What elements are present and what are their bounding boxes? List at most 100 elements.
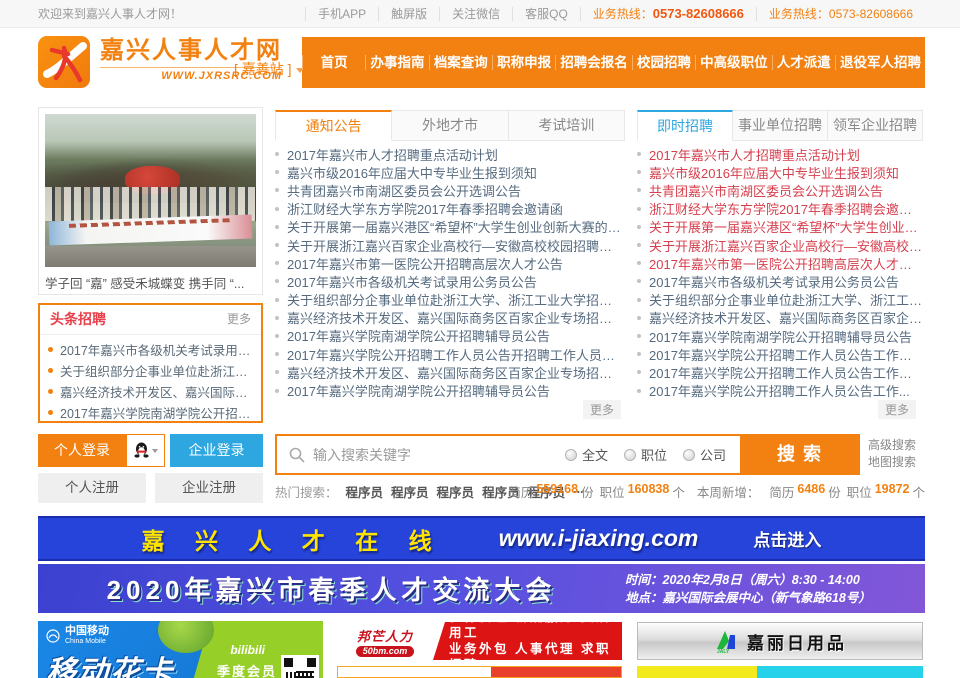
- banner2-info: 时间：2020年2月8日（周六）8:30 - 14:00 地点：嘉兴国际会展中心…: [625, 571, 925, 607]
- notice-item[interactable]: 关于开展第一届嘉兴港区“希望杯”大学生创业创新大赛的通知: [275, 218, 625, 236]
- job-item[interactable]: 2017年嘉兴学院公开招聘工作人员公告工作人员...: [637, 345, 923, 363]
- site-header: 嘉兴人事人才网 WWW.JXRSRC.COM [ 嘉善站 ] 首页办事指南档案查…: [0, 29, 960, 95]
- job-item-text: 嘉兴市级2016年应届大中专毕业生报到须知: [649, 163, 923, 182]
- stat-unit: 份: [581, 482, 594, 501]
- nav-item[interactable]: 招聘会报名: [555, 55, 632, 70]
- job-item[interactable]: 关于开展第一届嘉兴港区“希望杯”大学生创业创...: [637, 218, 923, 236]
- nav-item[interactable]: 校园招聘: [632, 55, 695, 70]
- map-search-link[interactable]: 地图搜索: [868, 454, 916, 471]
- job-item[interactable]: 2017年嘉兴市第一医院公开招聘高层次人才公告: [637, 254, 923, 272]
- notice-tabs: 通知公告 外地才市 考试培训: [275, 110, 625, 141]
- notice-item[interactable]: 2017年嘉兴学院南湖学院公开招聘辅导员公告: [275, 381, 625, 399]
- notice-item[interactable]: 2017年嘉兴市各级机关考试录用公务员公告: [275, 272, 625, 290]
- notice-item[interactable]: 嘉兴经济技术开发区、嘉兴国际商务区百家企业专场招聘会公告: [275, 309, 625, 327]
- notice-item[interactable]: 关于开展浙江嘉兴百家企业高校行—安徽高校校园招聘活动的通...: [275, 236, 625, 254]
- headline-item[interactable]: 关于组织部分企事业单位赴浙江大学...: [48, 360, 253, 381]
- radio-icon: [683, 449, 695, 461]
- notice-item[interactable]: 关于组织部分企事业单位赴浙江大学、浙江工业大学招聘人才的...: [275, 291, 625, 309]
- hotline-primary: 业务热线：0573-82608666: [580, 7, 756, 21]
- company-register-button[interactable]: 企业注册: [155, 473, 263, 503]
- notice-item[interactable]: 2017年嘉兴学院公开招聘工作人员公告开招聘工作人员公告开...: [275, 345, 625, 363]
- personal-register-button[interactable]: 个人注册: [38, 473, 146, 503]
- tab-exam-training[interactable]: 考试培训: [509, 110, 625, 141]
- headline-more-link[interactable]: 更多: [227, 305, 251, 333]
- bullet-icon: [48, 389, 53, 394]
- bullet-icon: [275, 152, 279, 156]
- job-item-text: 2017年嘉兴学院公开招聘工作人员公告工作...: [649, 381, 923, 400]
- nav-item[interactable]: 职称申报: [492, 55, 555, 70]
- ad-strip-partial[interactable]: [337, 666, 622, 678]
- banner-jiaxing-talent-online[interactable]: 嘉 兴 人 才 在 线 www.i-jiaxing.com 点击进入: [38, 516, 925, 561]
- ad-jaly[interactable]: JALY 嘉丽日用品: [637, 622, 923, 660]
- bangmang-line1: 社保代理 薪酬服务 灵活用工: [449, 622, 622, 641]
- banner2-title: 2020年嘉兴市春季人才交流大会: [38, 570, 625, 607]
- topbar-link[interactable]: 触屏版: [378, 7, 439, 21]
- tab-other-city[interactable]: 外地才市: [392, 110, 508, 141]
- nav-item[interactable]: 档案查询: [429, 55, 492, 70]
- nav-item[interactable]: 人才派遣: [772, 55, 835, 70]
- scope-radio[interactable]: 全文: [565, 445, 608, 464]
- topbar-link[interactable]: 关注微信: [439, 7, 512, 21]
- company-login-button[interactable]: 企业登录: [170, 434, 263, 467]
- job-item[interactable]: 2017年嘉兴学院公开招聘工作人员公告工作人员...: [637, 363, 923, 381]
- notice-item[interactable]: 嘉兴经济技术开发区、嘉兴国际商务区百家企业专场招聘会公告: [275, 363, 625, 381]
- job-item[interactable]: 2017年嘉兴市人才招聘重点活动计划: [637, 145, 923, 163]
- hot-term[interactable]: 程序员: [437, 482, 475, 501]
- tab-notice[interactable]: 通知公告: [275, 110, 392, 141]
- scope-radio[interactable]: 职位: [624, 445, 667, 464]
- advanced-search-link[interactable]: 高级搜索: [868, 437, 916, 454]
- ad-strip-partial[interactable]: [637, 666, 923, 678]
- job-item[interactable]: 2017年嘉兴市各级机关考试录用公务员公告: [637, 272, 923, 290]
- jobs-more-link[interactable]: 更多: [878, 400, 916, 419]
- headline-item[interactable]: 2017年嘉兴市各级机关考试录用公务...: [48, 339, 253, 360]
- bullet-icon: [275, 370, 279, 374]
- notice-item[interactable]: 2017年嘉兴市第一医院公开招聘高层次人才公告: [275, 254, 625, 272]
- notice-item[interactable]: 2017年嘉兴学院南湖学院公开招聘辅导员公告: [275, 327, 625, 345]
- stat-unit: 个: [912, 482, 925, 501]
- personal-login-button[interactable]: 个人登录: [38, 434, 126, 467]
- search-button[interactable]: 搜索: [740, 436, 858, 473]
- ad-china-mobile[interactable]: 中国移动 China Mobile 移动花卡 bilibili 季度会员: [38, 621, 323, 678]
- banner-spring-job-fair[interactable]: 2020年嘉兴市春季人才交流大会 时间：2020年2月8日（周六）8:30 - …: [38, 564, 925, 613]
- topbar-link[interactable]: 客服QQ: [512, 7, 580, 21]
- bilibili-logo: bilibili: [230, 643, 265, 657]
- notice-item-text: 嘉兴市级2016年应届大中专毕业生报到须知: [287, 163, 625, 182]
- headline-item[interactable]: 2017年嘉兴学院南湖学院公开招聘辅...: [48, 402, 253, 423]
- notice-more-link[interactable]: 更多: [583, 400, 621, 419]
- job-item[interactable]: 2017年嘉兴学院南湖学院公开招聘辅导员公告: [637, 327, 923, 345]
- headline-item[interactable]: 嘉兴经济技术开发区、嘉兴国际商务...: [48, 381, 253, 402]
- job-item[interactable]: 共青团嘉兴市南湖区委员会公开选调公告: [637, 181, 923, 199]
- hot-term[interactable]: 程序员: [391, 482, 429, 501]
- job-item[interactable]: 嘉兴市级2016年应届大中专毕业生报到须知: [637, 163, 923, 181]
- tab-leading-company-jobs[interactable]: 领军企业招聘: [828, 110, 923, 141]
- notice-item[interactable]: 浙江财经大学东方学院2017年春季招聘会邀请函: [275, 200, 625, 218]
- bangmang-site: 50bm.com: [356, 646, 415, 657]
- notice-item[interactable]: 共青团嘉兴市南湖区委员会公开选调公告: [275, 181, 625, 199]
- job-item[interactable]: 嘉兴经济技术开发区、嘉兴国际商务区百家企业专...: [637, 309, 923, 327]
- nav-item[interactable]: 办事指南: [365, 55, 428, 70]
- hot-term[interactable]: 程序员: [346, 482, 384, 501]
- tab-public-jobs[interactable]: 事业单位招聘: [733, 110, 828, 141]
- weekly-label: 本周新增：: [697, 482, 760, 501]
- notice-item-text: 嘉兴经济技术开发区、嘉兴国际商务区百家企业专场招聘会公告: [287, 363, 625, 382]
- job-item[interactable]: 关于开展浙江嘉兴百家企业高校行—安徽高校校园...: [637, 236, 923, 254]
- job-item[interactable]: 关于组织部分企事业单位赴浙江大学、浙江工业大...: [637, 291, 923, 309]
- nav-item[interactable]: 首页: [302, 55, 365, 70]
- search-input[interactable]: [313, 436, 565, 473]
- topbar-link[interactable]: 手机APP: [305, 7, 378, 21]
- ad-bangmang-hr[interactable]: 邦芒人力 50bm.com 社保代理 薪酬服务 灵活用工 业务外包 人事代理 求…: [337, 622, 622, 660]
- bullet-icon: [275, 243, 279, 247]
- qq-login-dropdown[interactable]: [126, 434, 165, 467]
- scope-radio[interactable]: 公司: [683, 445, 726, 464]
- station-label: [ 嘉善站 ]: [234, 61, 292, 77]
- notice-item[interactable]: 2017年嘉兴市人才招聘重点活动计划: [275, 145, 625, 163]
- job-item[interactable]: 2017年嘉兴学院公开招聘工作人员公告工作...: [637, 382, 923, 400]
- nav-item[interactable]: 退役军人招聘: [835, 55, 925, 70]
- news-photo-card[interactable]: 学子回 “嘉” 感受禾城蝶变 携手同 “...: [38, 107, 263, 295]
- nav-item[interactable]: 中高级职位: [695, 55, 772, 70]
- station-selector[interactable]: [ 嘉善站 ]: [234, 59, 304, 79]
- tab-instant-jobs[interactable]: 即时招聘: [637, 110, 733, 141]
- job-item[interactable]: 浙江财经大学东方学院2017年春季招聘会邀请函: [637, 200, 923, 218]
- notice-item[interactable]: 嘉兴市级2016年应届大中专毕业生报到须知: [275, 163, 625, 181]
- site-logo-icon[interactable]: [38, 36, 90, 88]
